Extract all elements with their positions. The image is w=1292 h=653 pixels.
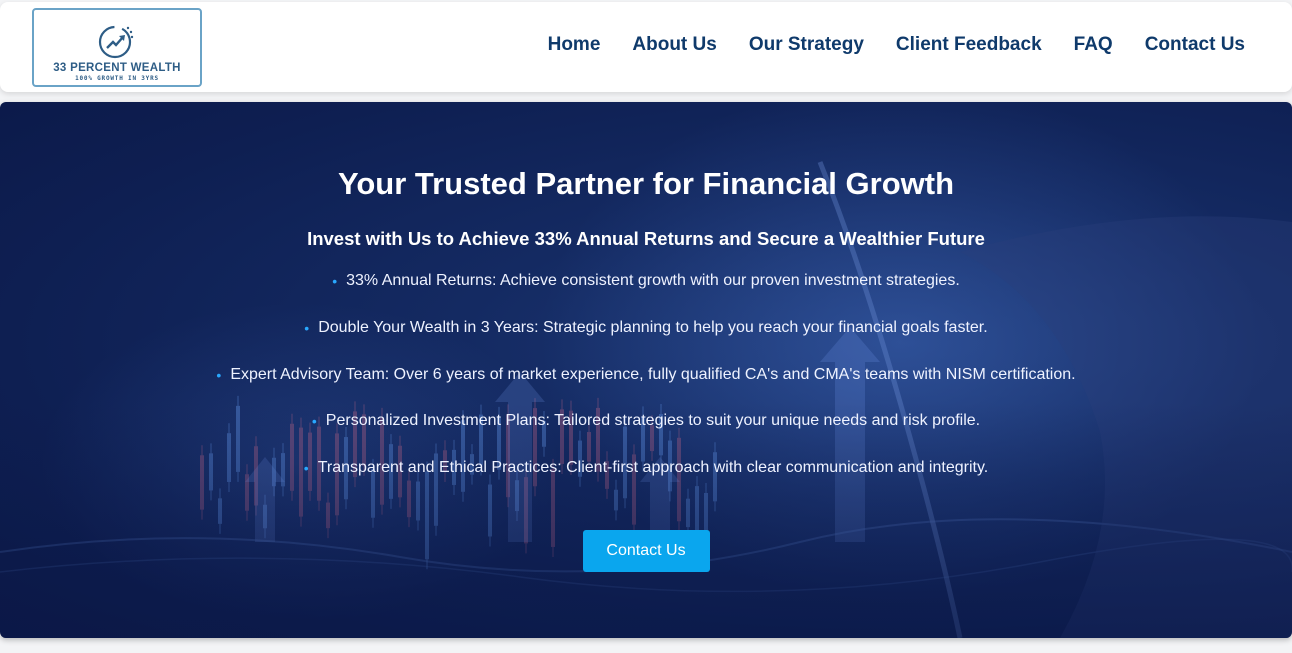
feature-text: Transparent and Ethical Practices: Clien… xyxy=(317,459,989,477)
hero-title: Your Trusted Partner for Financial Growt… xyxy=(337,166,955,201)
bullet-icon: • xyxy=(311,413,317,430)
nav-home[interactable]: Home xyxy=(548,34,601,56)
bullet-icon: • xyxy=(304,319,310,336)
feature-list: • 33% Annual Returns: Achieve consistent… xyxy=(216,270,1075,504)
nav-contact-us[interactable]: Contact Us xyxy=(1145,34,1245,56)
feature-text: Double Your Wealth in 3 Years: Strategic… xyxy=(318,318,988,336)
feature-item: • Expert Advisory Team: Over 6 years of … xyxy=(216,364,1075,411)
feature-item: • Double Your Wealth in 3 Years: Strateg… xyxy=(304,317,987,364)
nav-about-us[interactable]: About Us xyxy=(632,34,716,56)
feature-item: • 33% Annual Returns: Achieve consistent… xyxy=(332,270,960,317)
bullet-icon: • xyxy=(303,460,309,477)
contact-us-button[interactable]: Contact Us xyxy=(582,529,710,572)
main-nav: Home About Us Our Strategy Client Feedba… xyxy=(548,34,1245,56)
site-header: 33 PERCENT WEALTH 100% GROWTH IN 3YRS Ho… xyxy=(0,2,1292,92)
hero-content: Your Trusted Partner for Financial Growt… xyxy=(0,102,1292,638)
hero-subtitle: Invest with Us to Achieve 33% Annual Ret… xyxy=(307,228,985,249)
feature-text: Expert Advisory Team: Over 6 years of ma… xyxy=(230,365,1076,383)
hero-section: Your Trusted Partner for Financial Growt… xyxy=(0,102,1292,638)
feature-item: • Transparent and Ethical Practices: Cli… xyxy=(304,457,988,504)
feature-item: • Personalized Investment Plans: Tailore… xyxy=(312,410,980,457)
brand-name: 33 PERCENT WEALTH xyxy=(53,62,181,74)
nav-client-feedback[interactable]: Client Feedback xyxy=(896,34,1042,56)
nav-faq[interactable]: FAQ xyxy=(1074,34,1113,56)
growth-chart-icon xyxy=(98,25,134,59)
feature-text: Personalized Investment Plans: Tailored … xyxy=(325,412,981,430)
bullet-icon: • xyxy=(216,366,222,383)
bullet-icon: • xyxy=(332,273,338,289)
brand-logo[interactable]: 33 PERCENT WEALTH 100% GROWTH IN 3YRS xyxy=(32,8,202,87)
feature-text: 33% Annual Returns: Achieve consistent g… xyxy=(346,272,960,289)
brand-tagline: 100% GROWTH IN 3YRS xyxy=(75,75,159,82)
nav-our-strategy[interactable]: Our Strategy xyxy=(749,34,864,56)
